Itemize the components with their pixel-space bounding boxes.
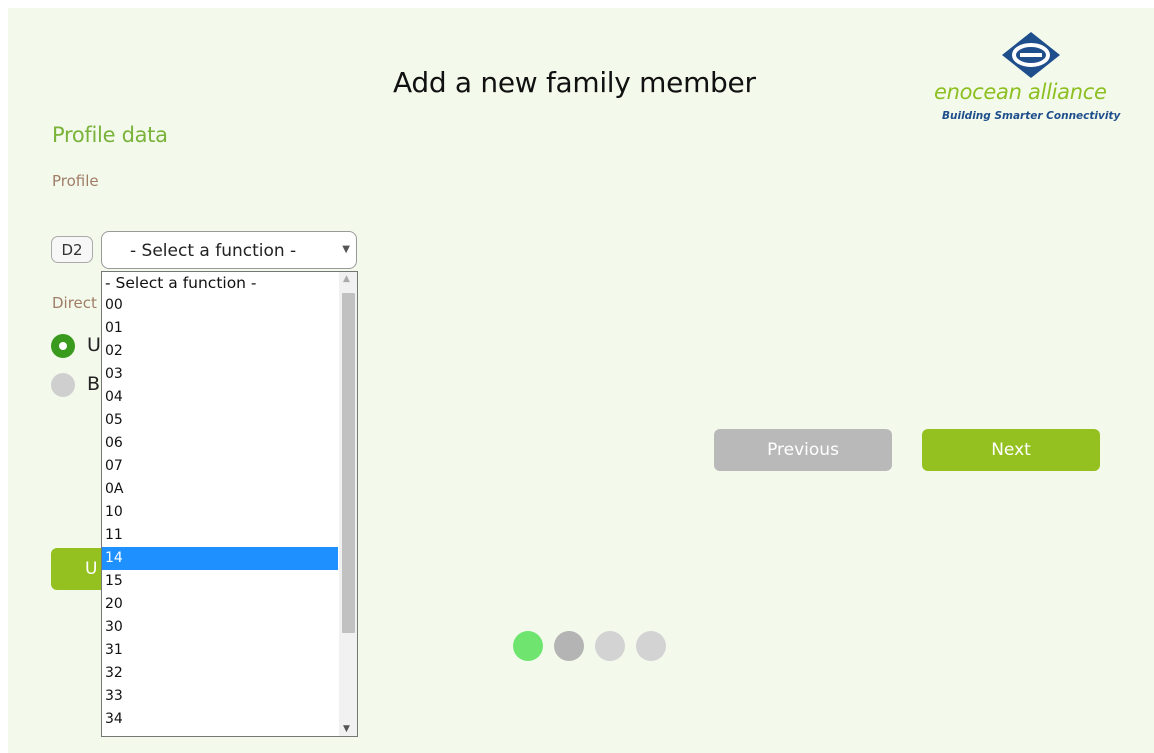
step-dot-2 (554, 631, 584, 661)
dropdown-option[interactable]: 00 (102, 294, 338, 317)
dropdown-option[interactable]: 10 (102, 501, 338, 524)
dropdown-option[interactable]: 02 (102, 340, 338, 363)
dropdown-option[interactable]: 20 (102, 593, 338, 616)
function-select[interactable]: - Select a function - ▼ (101, 231, 357, 269)
page-title: Add a new family member (393, 66, 756, 99)
chevron-down-icon: ▼ (342, 244, 350, 255)
direction-radio-1[interactable] (51, 334, 75, 358)
dropdown-option[interactable]: 06 (102, 432, 338, 455)
page: Add a new family member enocean alliance… (8, 8, 1154, 753)
dropdown-option[interactable]: 03 (102, 363, 338, 386)
scrollbar-thumb[interactable] (342, 293, 355, 633)
step-dot-3 (595, 631, 625, 661)
profile-prefix-badge: D2 (51, 236, 93, 263)
profile-label: Profile (52, 172, 99, 190)
section-title: Profile data (52, 123, 168, 147)
dropdown-option[interactable]: 15 (102, 570, 338, 593)
dropdown-option[interactable]: 33 (102, 685, 338, 708)
dropdown-option[interactable]: 05 (102, 409, 338, 432)
dropdown-option[interactable]: 30 (102, 616, 338, 639)
logo-emblem-icon (1002, 32, 1060, 78)
dropdown-option-highlighted[interactable]: 14 (102, 547, 338, 570)
logo-name: enocean alliance (934, 80, 1107, 104)
enocean-logo: enocean alliance Building Smarter Connec… (928, 30, 1138, 135)
dropdown-option[interactable]: 34 (102, 708, 338, 731)
dropdown-option[interactable]: 11 (102, 524, 338, 547)
dropdown-option[interactable]: 31 (102, 639, 338, 662)
direction-radio-2-label: B (87, 373, 101, 395)
scroll-down-icon[interactable]: ▼ (343, 724, 350, 734)
step-dot-4 (636, 631, 666, 661)
dropdown-scrollbar[interactable]: ▲ ▼ (339, 272, 357, 736)
direction-radio-1-label: U (87, 334, 101, 356)
scroll-up-icon[interactable]: ▲ (343, 274, 350, 284)
next-button[interactable]: Next (922, 429, 1100, 471)
dropdown-option[interactable]: 0A (102, 478, 338, 501)
dropdown-option[interactable]: 04 (102, 386, 338, 409)
logo-tagline: Building Smarter Connectivity (942, 110, 1121, 122)
dropdown-option[interactable]: - Select a function - (102, 272, 338, 294)
dropdown-option[interactable]: 32 (102, 662, 338, 685)
dropdown-option[interactable]: 01 (102, 317, 338, 340)
function-select-value: - Select a function - (130, 241, 297, 261)
step-dot-1 (513, 631, 543, 661)
function-dropdown-list[interactable]: - Select a function - 00 01 02 03 04 05 … (101, 271, 358, 737)
dropdown-option[interactable]: 07 (102, 455, 338, 478)
previous-button[interactable]: Previous (714, 429, 892, 471)
direction-radio-2[interactable] (51, 373, 75, 397)
